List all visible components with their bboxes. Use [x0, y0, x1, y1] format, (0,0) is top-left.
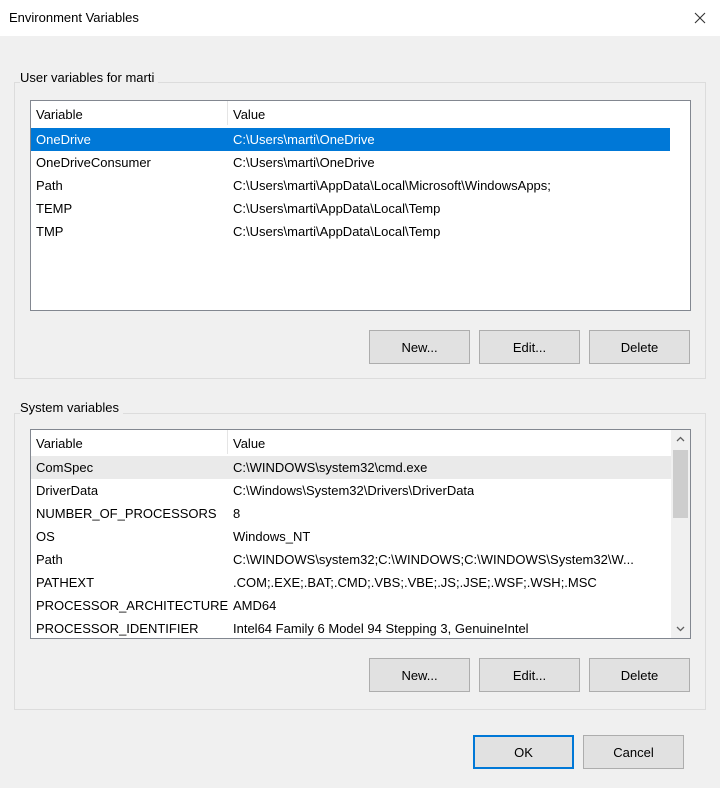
system-delete-button[interactable]: Delete	[589, 658, 690, 692]
system-variables-list[interactable]: Variable Value ComSpec C:\WINDOWS\system…	[30, 429, 691, 639]
system-variables-label: System variables	[20, 400, 123, 415]
user-variables-label: User variables for marti	[20, 70, 159, 85]
system-row-comspec[interactable]: ComSpec C:\WINDOWS\system32\cmd.exe	[31, 456, 671, 479]
system-row-processor-architecture[interactable]: PROCESSOR_ARCHITECTURE AMD64	[31, 594, 671, 617]
system-row-value: .COM;.EXE;.BAT;.CMD;.VBS;.VBE;.JS;.JSE;.…	[233, 575, 597, 590]
close-button[interactable]	[684, 2, 716, 34]
cancel-button[interactable]: Cancel	[583, 735, 684, 769]
user-new-button[interactable]: New...	[369, 330, 470, 364]
system-row-variable: PATHEXT	[36, 575, 95, 590]
user-row-variable: OneDriveConsumer	[36, 155, 151, 170]
system-row-pathext[interactable]: PATHEXT .COM;.EXE;.BAT;.CMD;.VBS;.VBE;.J…	[31, 571, 671, 594]
system-row-os[interactable]: OS Windows_NT	[31, 525, 671, 548]
system-row-processor-identifier[interactable]: PROCESSOR_IDENTIFIER Intel64 Family 6 Mo…	[31, 617, 671, 638]
user-row-variable: Path	[36, 178, 63, 193]
system-row-value: AMD64	[233, 598, 277, 613]
user-row-variable: OneDrive	[36, 132, 91, 147]
user-header-value[interactable]: Value	[233, 107, 265, 122]
user-row-tmp[interactable]: TMP C:\Users\marti\AppData\Local\Temp	[31, 220, 670, 243]
system-row-driverdata[interactable]: DriverData C:\Windows\System32\Drivers\D…	[31, 479, 671, 502]
system-row-value: Intel64 Family 6 Model 94 Stepping 3, Ge…	[233, 621, 529, 636]
system-list-scrollbar[interactable]	[671, 430, 690, 638]
user-row-variable: TMP	[36, 224, 64, 239]
system-row-value: C:\WINDOWS\system32\cmd.exe	[233, 460, 428, 475]
system-row-variable: OS	[36, 529, 55, 544]
user-list-header: Variable Value	[31, 101, 690, 125]
scroll-down-button[interactable]	[671, 620, 690, 638]
system-header-value[interactable]: Value	[233, 436, 265, 451]
system-row-value: 8	[233, 506, 241, 521]
system-row-value: C:\WINDOWS\system32;C:\WINDOWS;C:\WINDOW…	[233, 552, 634, 567]
system-row-path[interactable]: Path C:\WINDOWS\system32;C:\WINDOWS;C:\W…	[31, 548, 671, 571]
system-edit-button[interactable]: Edit...	[479, 658, 580, 692]
chevron-up-icon	[676, 436, 685, 442]
system-header-variable[interactable]: Variable	[36, 436, 83, 451]
user-edit-button[interactable]: Edit...	[479, 330, 580, 364]
user-row-value: C:\Users\marti\AppData\Local\Microsoft\W…	[233, 178, 551, 193]
user-row-variable: TEMP	[36, 201, 73, 216]
environment-variables-dialog: Environment Variables User variables for…	[0, 0, 720, 788]
close-icon	[694, 12, 706, 24]
system-row-variable: PROCESSOR_ARCHITECTURE	[36, 598, 229, 613]
system-row-variable: NUMBER_OF_PROCESSORS	[36, 506, 217, 521]
user-row-path[interactable]: Path C:\Users\marti\AppData\Local\Micros…	[31, 174, 670, 197]
user-row-value: C:\Users\marti\AppData\Local\Temp	[233, 224, 441, 239]
system-row-variable: ComSpec	[36, 460, 94, 475]
user-delete-button[interactable]: Delete	[589, 330, 690, 364]
user-row-onedrive[interactable]: OneDrive C:\Users\marti\OneDrive	[31, 128, 670, 151]
user-variables-list[interactable]: Variable Value OneDrive C:\Users\marti\O…	[30, 100, 691, 311]
ok-button[interactable]: OK	[473, 735, 574, 769]
user-row-value: C:\Users\marti\OneDrive	[233, 132, 375, 147]
scroll-thumb[interactable]	[673, 450, 688, 518]
title-bar: Environment Variables	[0, 0, 720, 36]
user-row-value: C:\Users\marti\OneDrive	[233, 155, 375, 170]
system-row-variable: Path	[36, 552, 63, 567]
system-list-header: Variable Value	[31, 430, 690, 454]
system-header-divider[interactable]	[227, 430, 228, 454]
window-title: Environment Variables	[9, 10, 139, 25]
system-row-variable: DriverData	[36, 483, 99, 498]
user-header-divider[interactable]	[227, 101, 228, 125]
system-row-value: Windows_NT	[233, 529, 311, 544]
chevron-down-icon	[676, 626, 685, 632]
user-row-value: C:\Users\marti\AppData\Local\Temp	[233, 201, 441, 216]
user-row-onedriveconsumer[interactable]: OneDriveConsumer C:\Users\marti\OneDrive	[31, 151, 670, 174]
user-row-temp[interactable]: TEMP C:\Users\marti\AppData\Local\Temp	[31, 197, 670, 220]
scroll-up-button[interactable]	[671, 430, 690, 448]
user-header-variable[interactable]: Variable	[36, 107, 83, 122]
system-row-number-of-processors[interactable]: NUMBER_OF_PROCESSORS 8	[31, 502, 671, 525]
system-row-variable: PROCESSOR_IDENTIFIER	[36, 621, 199, 636]
system-row-value: C:\Windows\System32\Drivers\DriverData	[233, 483, 475, 498]
system-new-button[interactable]: New...	[369, 658, 470, 692]
